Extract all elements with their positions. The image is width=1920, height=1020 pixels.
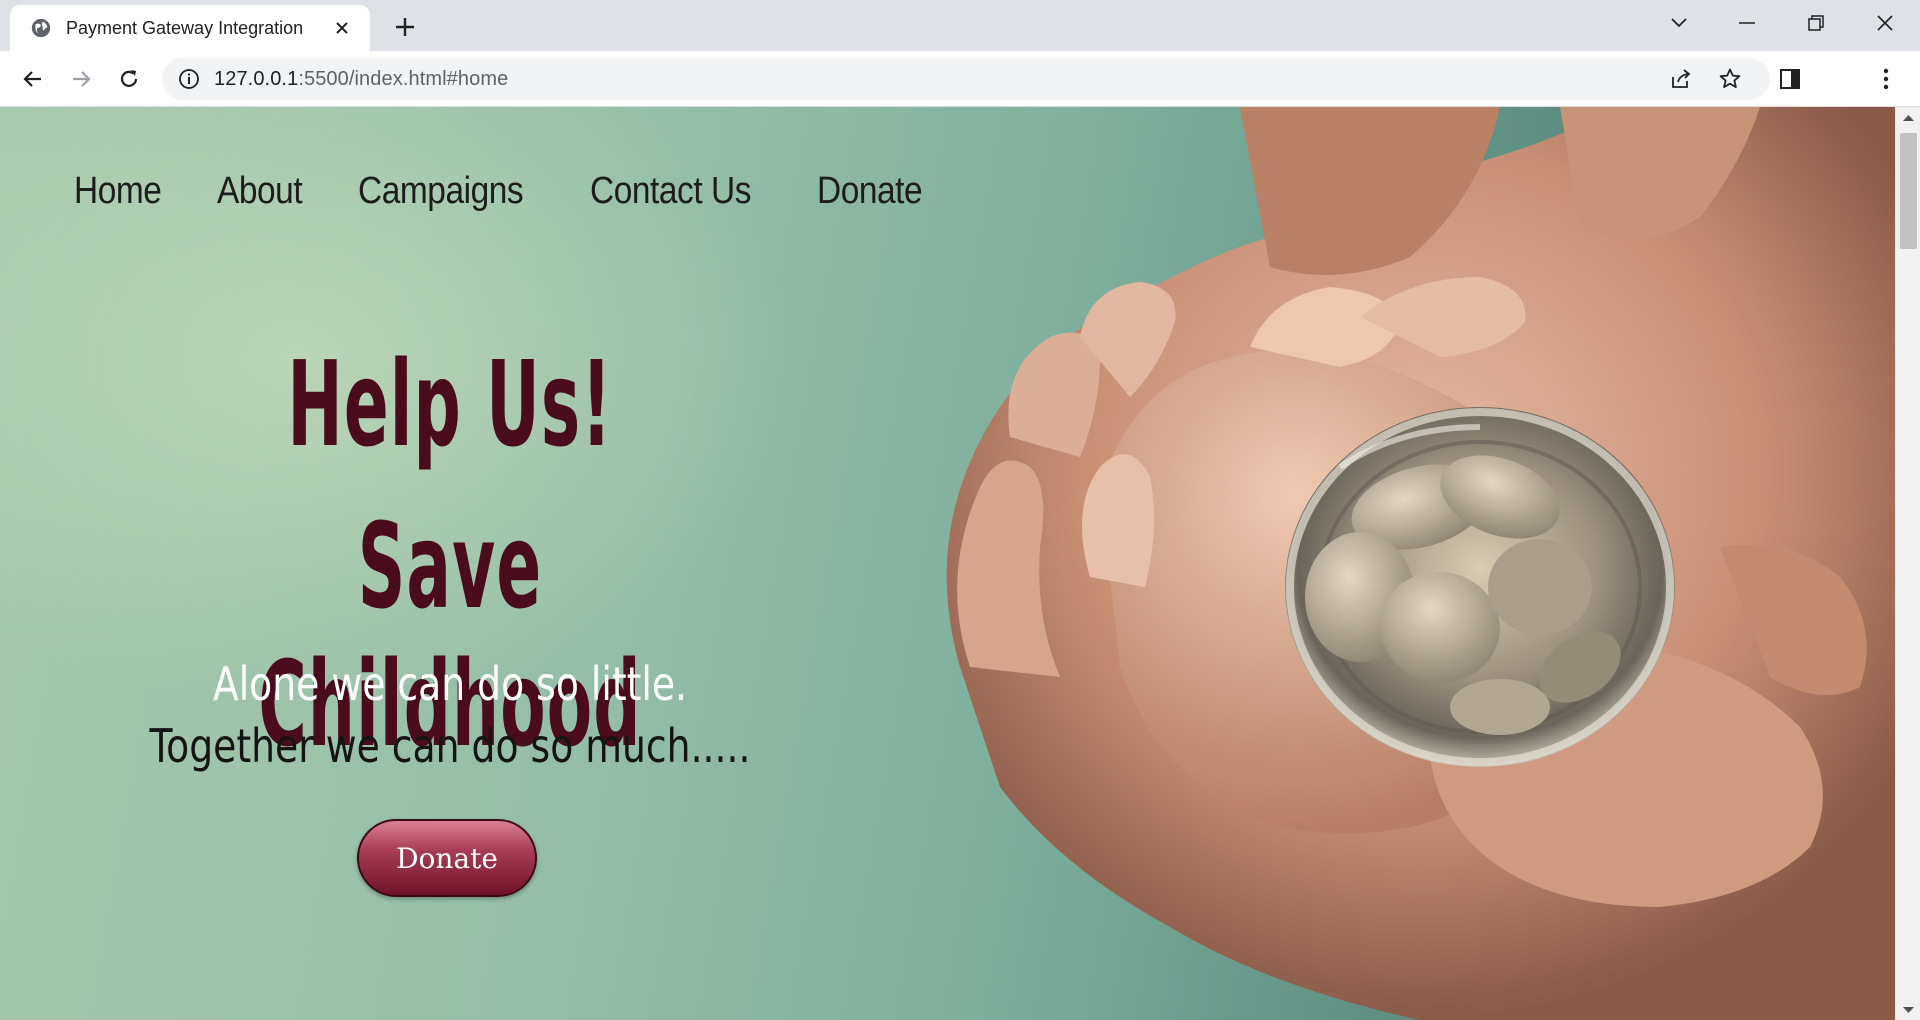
page-scrollbar[interactable]: [1895, 107, 1920, 1020]
back-arrow-icon[interactable]: [18, 64, 48, 94]
globe-icon: [31, 18, 51, 38]
donate-button[interactable]: Donate: [357, 819, 537, 897]
scroll-thumb[interactable]: [1900, 133, 1917, 249]
minimize-icon[interactable]: [1727, 8, 1767, 38]
restore-icon[interactable]: [1796, 8, 1836, 38]
browser-toolbar: 127.0.0.1:5500/index.html#home: [0, 51, 1920, 107]
tab-search-icon[interactable]: [1659, 8, 1699, 38]
page-hero: Home About Campaigns Contact Us Donate H…: [0, 107, 1895, 1020]
url-path: :5500/index.html#home: [298, 67, 509, 90]
side-panel-icon[interactable]: [1775, 64, 1805, 94]
hero-tagline-line2: Together we can do so much.....: [149, 719, 751, 773]
browser-titlebar: Payment Gateway Integration: [0, 0, 1920, 51]
url-host: 127.0.0.1: [214, 67, 299, 90]
new-tab-icon[interactable]: [390, 12, 420, 42]
site-nav: Home About Campaigns Contact Us Donate: [74, 170, 936, 213]
close-window-icon[interactable]: [1865, 8, 1905, 38]
bookmark-star-icon[interactable]: [1715, 64, 1745, 94]
nav-home-link[interactable]: Home: [74, 170, 162, 213]
close-tab-icon[interactable]: [330, 16, 354, 40]
more-options-icon[interactable]: [1871, 64, 1901, 94]
nav-campaigns-link[interactable]: Campaigns: [358, 170, 524, 213]
browser-tab[interactable]: Payment Gateway Integration: [10, 5, 370, 51]
site-info-icon[interactable]: [178, 68, 200, 90]
hero-image-hands-coin-jar: [946, 107, 1895, 1020]
nav-donate-link[interactable]: Donate: [817, 170, 923, 213]
scroll-up-arrow-icon[interactable]: [1902, 113, 1915, 123]
reload-icon[interactable]: [114, 64, 144, 94]
scroll-down-arrow-icon[interactable]: [1902, 1005, 1915, 1015]
share-icon[interactable]: [1666, 64, 1696, 94]
address-bar[interactable]: 127.0.0.1:5500/index.html#home: [162, 58, 1770, 100]
nav-about-link[interactable]: About: [217, 170, 303, 213]
url-text: 127.0.0.1:5500/index.html#home: [214, 68, 508, 91]
nav-contact-link[interactable]: Contact Us: [590, 170, 751, 213]
hero-tagline-line1: Alone we can do so little.: [212, 657, 688, 711]
tab-title: Payment Gateway Integration: [66, 17, 304, 38]
hero-title-line1: Help Us!: [287, 335, 613, 473]
forward-arrow-icon[interactable]: [66, 64, 96, 94]
